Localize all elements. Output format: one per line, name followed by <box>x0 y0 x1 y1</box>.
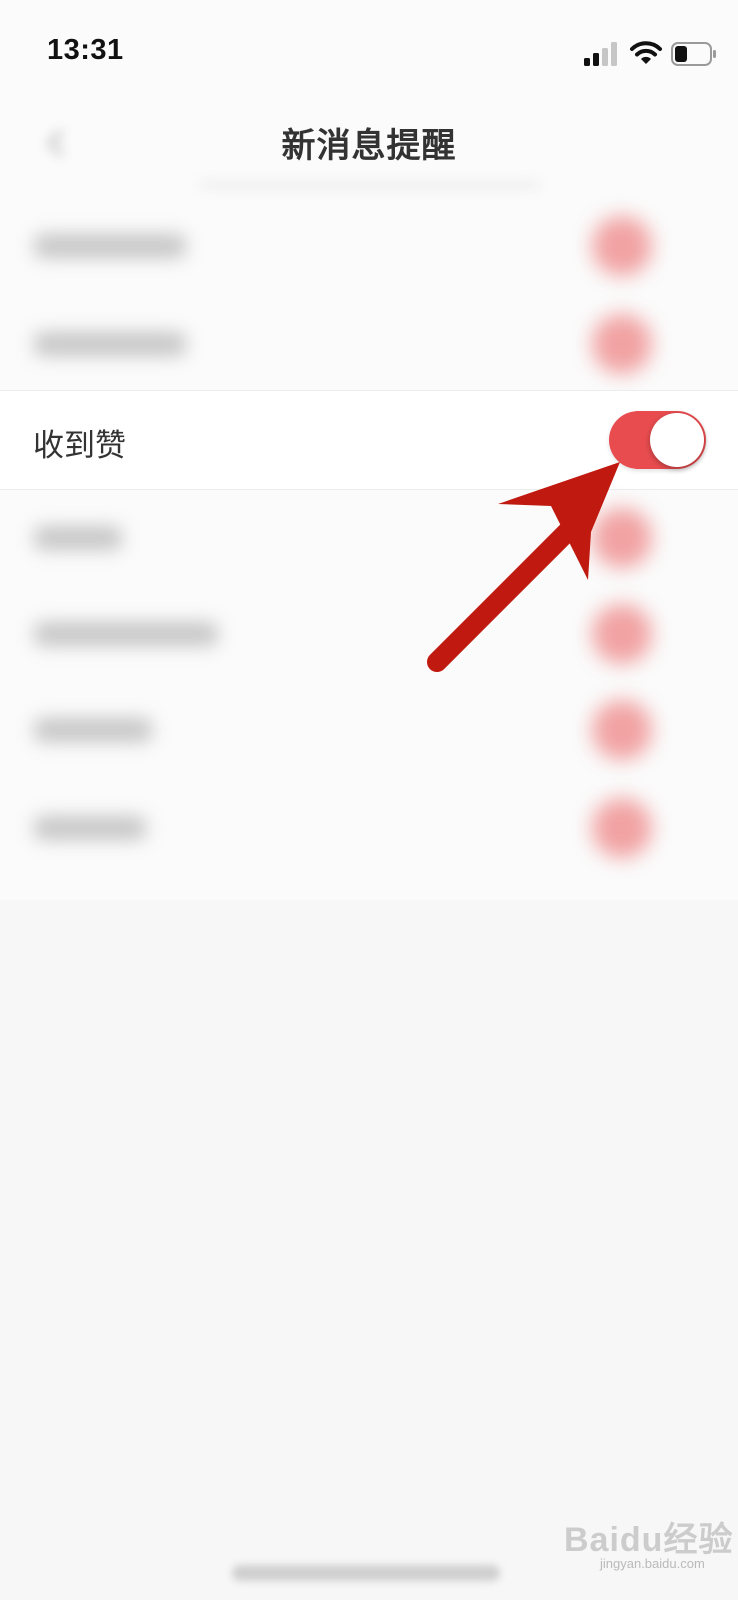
battery-icon <box>671 42 716 66</box>
status-time: 13:31 <box>47 34 124 66</box>
blurred-toggle[interactable] <box>592 700 652 760</box>
status-bar: 13:31 <box>0 0 738 100</box>
settings-row-blurred[interactable] <box>0 680 738 778</box>
blurred-label <box>34 622 218 646</box>
signal-icon <box>584 42 617 66</box>
home-indicator[interactable] <box>232 1565 500 1581</box>
settings-row-likes[interactable]: 收到赞 <box>0 390 738 490</box>
blurred-label <box>34 234 186 258</box>
likes-toggle[interactable] <box>609 411 706 469</box>
blurred-label <box>34 526 122 550</box>
blurred-toggle[interactable] <box>592 216 652 276</box>
toggle-knob <box>650 413 704 467</box>
settings-row-blurred[interactable] <box>0 294 738 392</box>
watermark-url: jingyan.baidu.com <box>600 1556 705 1571</box>
settings-row-blurred[interactable] <box>0 488 738 586</box>
nav-divider <box>200 182 540 188</box>
watermark-logo: Baidu经验 <box>564 1521 734 1559</box>
navigation-bar: 新消息提醒 <box>0 100 738 190</box>
screen: 13:31 新消息提醒 收到赞 Baidu经验 jingyan.baidu.co… <box>0 0 738 1600</box>
page-title: 新消息提醒 <box>281 127 457 165</box>
blurred-toggle[interactable] <box>592 314 652 374</box>
settings-row-blurred[interactable] <box>0 584 738 682</box>
blurred-label <box>34 332 186 356</box>
blurred-label <box>34 718 152 742</box>
settings-row-blurred[interactable] <box>0 196 738 294</box>
blurred-toggle[interactable] <box>592 508 652 568</box>
blurred-toggle[interactable] <box>592 798 652 858</box>
blurred-toggle[interactable] <box>592 604 652 664</box>
likes-label: 收到赞 <box>33 428 126 463</box>
wifi-icon <box>630 41 662 64</box>
blurred-label <box>34 816 146 840</box>
settings-row-blurred[interactable] <box>0 778 738 876</box>
